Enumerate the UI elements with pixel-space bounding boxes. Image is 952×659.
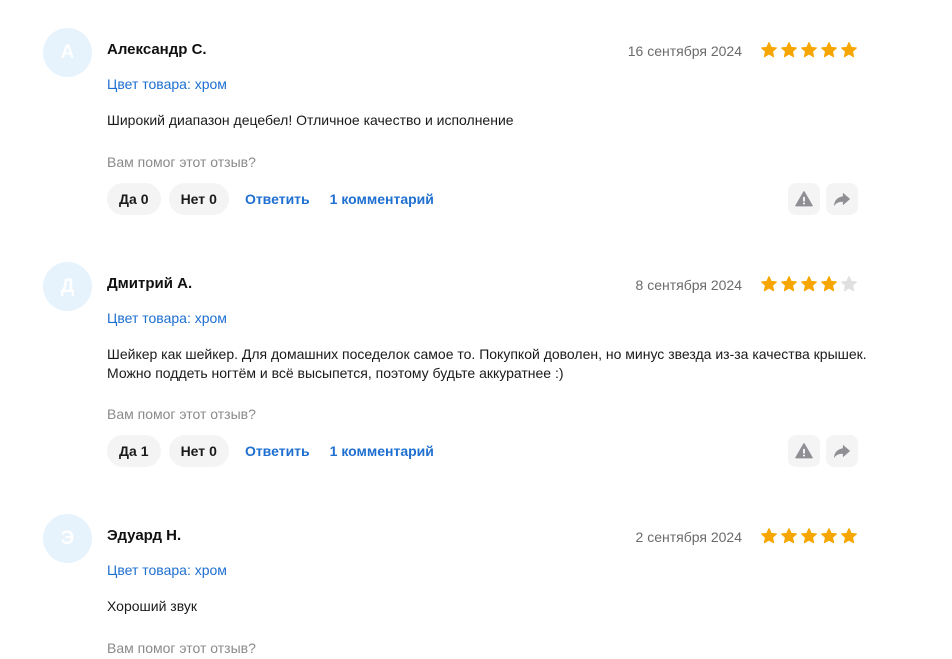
review-date: 8 сентября 2024 <box>635 277 742 293</box>
product-color-link[interactable]: Цвет товара: хром <box>107 76 227 92</box>
star-filled-icon <box>761 528 777 544</box>
comments-link[interactable]: 1 комментарий <box>330 443 434 459</box>
reply-link[interactable]: Ответить <box>245 191 310 207</box>
review-card: Д Дмитрий А. 8 сентября 2024 Цвет товара… <box>0 262 952 472</box>
star-filled-icon <box>781 528 797 544</box>
avatar: Э <box>43 514 92 563</box>
product-color-link[interactable]: Цвет товара: хром <box>107 562 227 578</box>
review-actions: Да 1 Нет 0 Ответить 1 комментарий <box>107 435 448 467</box>
share-button[interactable] <box>826 183 858 215</box>
warning-icon <box>795 443 813 459</box>
review-author: Александр С. <box>107 41 207 58</box>
star-filled-icon <box>821 42 837 58</box>
star-filled-icon <box>761 42 777 58</box>
star-filled-icon <box>801 528 817 544</box>
warning-icon <box>795 191 813 207</box>
share-button[interactable] <box>826 435 858 467</box>
review-actions: Да 0 Нет 0 Ответить 1 комментарий <box>107 183 448 215</box>
review-date: 16 сентября 2024 <box>627 43 742 59</box>
vote-yes-count: 1 <box>140 443 149 459</box>
vote-yes-count: 0 <box>140 191 149 207</box>
reply-link[interactable]: Ответить <box>245 443 310 459</box>
review-text: Шейкер как шейкер. Для домашних поседело… <box>107 346 867 381</box>
review-card: А Александр С. 16 сентября 2024 Цвет тов… <box>0 28 952 228</box>
star-filled-icon <box>801 42 817 58</box>
review-text: Хороший звук <box>107 598 197 614</box>
helpful-question: Вам помог этот отзыв? <box>107 154 256 170</box>
star-filled-icon <box>821 528 837 544</box>
vote-yes-label: Да <box>119 191 137 207</box>
vote-yes-button[interactable]: Да 0 <box>107 183 161 215</box>
star-filled-icon <box>781 276 797 292</box>
star-filled-icon <box>801 276 817 292</box>
avatar: Д <box>43 262 92 311</box>
star-filled-icon <box>821 276 837 292</box>
comments-link[interactable]: 1 комментарий <box>330 191 434 207</box>
vote-yes-label: Да <box>119 443 137 459</box>
report-button[interactable] <box>788 435 820 467</box>
star-empty-icon <box>841 276 857 292</box>
vote-no-count: 0 <box>209 443 217 459</box>
helpful-question: Вам помог этот отзыв? <box>107 406 256 422</box>
report-button[interactable] <box>788 183 820 215</box>
helpful-question: Вам помог этот отзыв? <box>107 640 256 656</box>
product-color-link[interactable]: Цвет товара: хром <box>107 310 227 326</box>
review-date: 2 сентября 2024 <box>635 529 742 545</box>
rating-stars <box>760 275 858 293</box>
share-arrow-icon <box>833 192 851 207</box>
review-text: Широкий диапазон децебел! Отличное качес… <box>107 112 514 128</box>
review-author: Эдуард Н. <box>107 527 182 544</box>
rating-stars <box>760 41 858 59</box>
vote-no-label: Нет <box>180 443 206 459</box>
vote-no-label: Нет <box>180 191 206 207</box>
rating-stars <box>760 527 858 545</box>
vote-no-button[interactable]: Нет 0 <box>168 435 229 467</box>
vote-yes-button[interactable]: Да 1 <box>107 435 161 467</box>
star-filled-icon <box>841 42 857 58</box>
review-card: Э Эдуард Н. 2 сентября 2024 Цвет товара:… <box>0 514 952 659</box>
vote-no-button[interactable]: Нет 0 <box>168 183 229 215</box>
share-arrow-icon <box>833 444 851 459</box>
avatar: А <box>43 28 92 77</box>
star-filled-icon <box>781 42 797 58</box>
star-filled-icon <box>841 528 857 544</box>
vote-no-count: 0 <box>209 191 217 207</box>
review-author: Дмитрий А. <box>107 275 193 292</box>
star-filled-icon <box>761 276 777 292</box>
